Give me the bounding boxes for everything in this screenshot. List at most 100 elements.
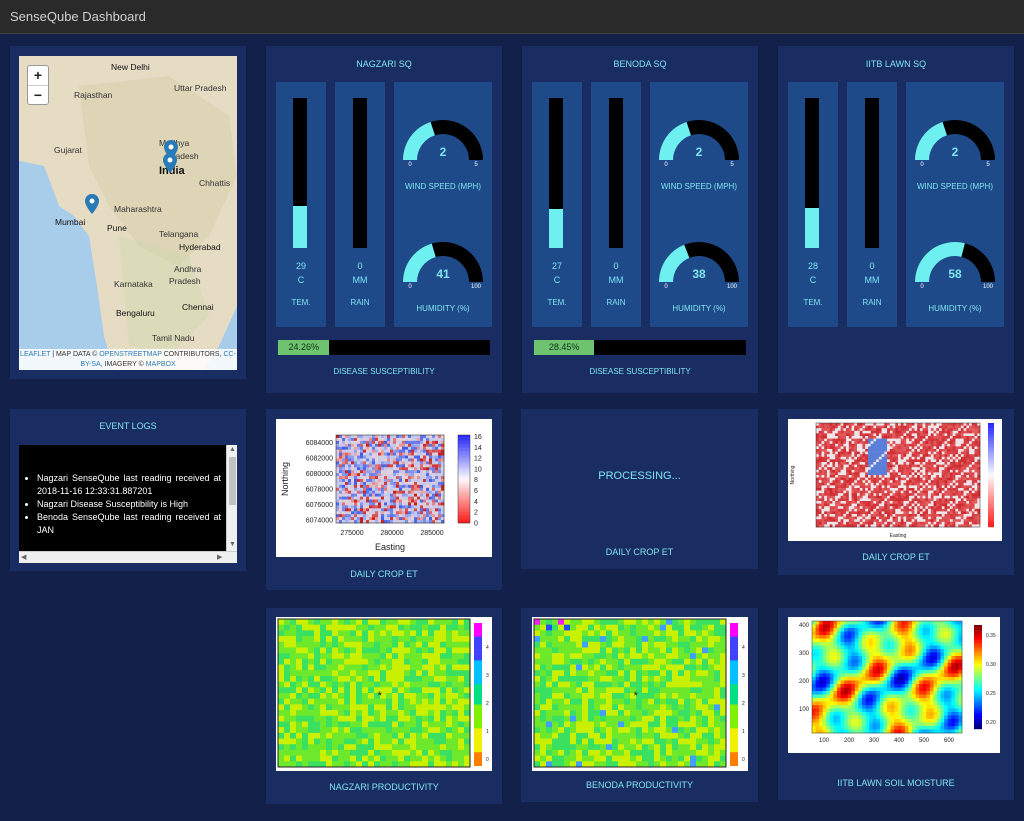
heatmap-cell	[818, 425, 822, 429]
heatmap-cell	[434, 619, 441, 625]
heatmap-cell	[840, 428, 844, 432]
heatmap-cell	[848, 501, 852, 504]
heatmap-cell	[405, 455, 409, 459]
heatmap-cell	[870, 451, 874, 455]
heatmap-cell	[345, 487, 349, 492]
heatmap-cell	[636, 630, 643, 637]
heatmap-cell	[390, 476, 394, 480]
heatmap-cell	[570, 636, 577, 643]
heatmap-cell	[969, 441, 973, 445]
heatmap-cell	[919, 495, 923, 499]
heatmap-cell	[339, 484, 343, 489]
event-log-list[interactable]: Nagzari SenseQube last reading received …	[19, 445, 237, 563]
heatmap-cell	[405, 511, 409, 515]
heatmap-cell	[854, 495, 858, 499]
heatmap-cell	[878, 446, 882, 450]
heatmap-cell	[464, 670, 471, 677]
wind-speed-value: 2	[696, 145, 703, 159]
mapbox-link[interactable]: MAPBOX	[146, 361, 176, 368]
heatmap-cell	[867, 454, 871, 458]
heatmap-cell	[895, 521, 899, 525]
heatmap-cell	[702, 647, 709, 654]
heatmap-cell	[440, 658, 447, 665]
heatmap-cell	[900, 423, 904, 426]
heatmap-cell	[351, 461, 355, 465]
heatmap-cell	[338, 647, 345, 654]
heatmap-cell	[396, 452, 400, 456]
map-marker-icon[interactable]	[85, 194, 99, 214]
heatmap-cell	[824, 425, 828, 429]
scroll-up-icon[interactable]: ▲	[229, 446, 236, 453]
heatmap-cell	[829, 508, 833, 512]
heatmap-cell	[411, 479, 415, 483]
heatmap-cell	[969, 428, 973, 432]
heatmap-cell	[944, 446, 948, 450]
heatmap-cell	[440, 744, 447, 751]
heatmap-cell	[837, 459, 841, 463]
heatmap-cell	[837, 516, 841, 520]
heatmap-cell	[944, 508, 948, 512]
heatmap-cell	[339, 435, 343, 439]
map-attribution: LEAFLET | MAP DATA © OPENSTREETMAP CONTR…	[19, 349, 237, 370]
scroll-right-icon[interactable]: ▶	[217, 553, 222, 561]
heatmap-cell	[402, 461, 406, 465]
colorbar-step	[474, 704, 482, 709]
map-label: Bengaluru	[116, 308, 155, 318]
heatmap-cell	[290, 641, 297, 648]
log-scrollbar-horizontal[interactable]: ◀ ▶	[19, 551, 237, 563]
heatmap-cell	[342, 502, 346, 506]
heatmap-cell	[859, 430, 863, 434]
heatmap-cell	[974, 493, 978, 497]
heatmap-cell	[818, 472, 822, 476]
heatmap-cell	[342, 493, 346, 497]
heatmap-cell	[452, 647, 459, 654]
colorbar-step	[458, 512, 470, 515]
heatmap-cell	[396, 508, 400, 512]
scroll-thumb[interactable]	[229, 457, 236, 505]
heatmap-cell	[881, 511, 885, 515]
heatmap-cell	[314, 641, 321, 648]
heatmap-cell	[898, 508, 902, 512]
heatmap-cell	[917, 454, 921, 458]
heatmap-cell	[867, 443, 871, 447]
heatmap-cell	[933, 446, 937, 450]
heatmap-cell	[372, 487, 376, 492]
heatmap-cell	[889, 480, 893, 484]
heatmap-cell	[895, 493, 899, 497]
heatmap-cell	[955, 425, 959, 429]
zoom-in-button[interactable]: +	[28, 66, 48, 86]
log-scrollbar-vertical[interactable]: ▲ ▼	[226, 445, 237, 551]
heatmap-cell	[949, 490, 953, 494]
heatmap-cell	[963, 438, 967, 442]
heatmap-cell	[971, 514, 975, 517]
heatmap-cell	[618, 681, 625, 688]
heatmap-cell	[438, 481, 442, 486]
heatmap-cell	[936, 438, 940, 442]
heatmap-cell	[576, 670, 583, 677]
heatmap-cell	[840, 425, 844, 429]
heatmap-cell	[914, 511, 918, 515]
heatmap-cell	[851, 503, 855, 507]
heatmap-cell	[826, 438, 830, 442]
map-marker-icon[interactable]	[163, 153, 177, 173]
gauge-track	[942, 120, 995, 160]
heatmap-cell	[914, 462, 918, 465]
heatmap-cell	[922, 456, 926, 460]
map-view[interactable]: New Delhi Rajasthan Uttar Pradesh Gujara…	[19, 56, 237, 370]
heatmap-cell	[588, 670, 595, 677]
heatmap-cell	[966, 501, 970, 504]
heatmap-cell	[308, 710, 315, 717]
heatmap-cell	[375, 493, 379, 497]
osm-link[interactable]: OPENSTREETMAP	[99, 351, 162, 358]
scroll-down-icon[interactable]: ▼	[229, 541, 236, 548]
heatmap-cell	[966, 475, 970, 478]
colorbar-step	[988, 506, 994, 509]
heatmap-cell	[851, 446, 855, 450]
scroll-left-icon[interactable]: ◀	[21, 553, 26, 561]
heatmap-cell	[887, 430, 891, 434]
zoom-out-button[interactable]: −	[28, 86, 48, 106]
heatmap-cell	[930, 511, 934, 515]
leaflet-link[interactable]: LEAFLET	[20, 351, 50, 358]
heatmap-cell	[374, 681, 381, 688]
colorbar-step	[474, 718, 482, 722]
